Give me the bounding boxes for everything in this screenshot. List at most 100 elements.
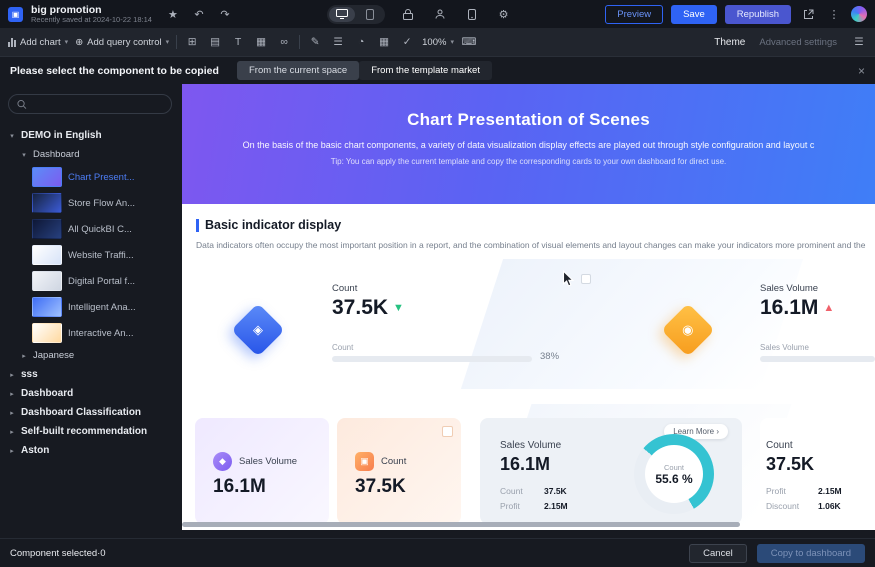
metric-value: 2.15M [544,501,568,511]
tree-node-label: Dashboard Classification [21,407,141,418]
copy-to-dashboard-button[interactable]: Copy to dashboard [757,544,865,563]
metric-row: Discount 1.06K [766,501,841,511]
more-kebab-icon[interactable]: ⋮ [825,5,843,23]
app-window: ▣ big promotion Recently saved at 2024-1… [0,0,875,567]
zoom-dropdown[interactable]: 100% ▾ [422,37,454,48]
outline-list-icon[interactable]: ☰ [330,34,346,50]
template-thumbnail [32,219,62,239]
template-item-intelligent-analysis[interactable]: Intelligent Ana... [0,294,182,320]
kpi-card-sales-volume[interactable]: ◆ Sales Volume 16.1M [195,418,329,524]
lock-icon[interactable] [399,5,417,23]
add-query-control-dropdown[interactable]: ⊕ Add query control ▾ [75,37,169,48]
add-chart-dropdown[interactable]: Add chart ▾ [8,37,68,48]
component-select-checkbox[interactable] [581,274,591,284]
chevron-down-icon: ▾ [8,132,16,140]
divider [176,35,177,49]
search-box[interactable] [8,94,172,114]
favorite-star-icon[interactable]: ★ [164,5,182,23]
section-accent-bar [196,219,199,232]
template-item-chart-presentation[interactable]: Chart Present... [0,164,182,190]
mobile-mode-button[interactable] [357,7,383,22]
user-avatar[interactable] [851,6,867,22]
card-header: ◆ Sales Volume [213,452,297,471]
kpi-card-count-detail[interactable]: Count 37.5K Profit 2.15M Discount 1.06K [760,418,875,524]
open-external-icon[interactable] [799,5,817,23]
copy-modal-header: Please select the component to be copied… [0,57,875,84]
style-brush-icon[interactable]: ✎ [307,34,323,50]
tree-node-aston[interactable]: ▸ Aston [0,441,182,460]
card-select-checkbox[interactable] [442,426,453,437]
monitor-icon [336,9,348,19]
tab-template-market[interactable]: From the template market [359,61,492,80]
tree-node-label: Dashboard [33,149,79,160]
snapshot-icon[interactable]: ▦ [376,34,392,50]
template-item-all-quickbi[interactable]: All QuickBI C... [0,216,182,242]
tree-node-self-built-recommendation[interactable]: ▸ Self-built recommendation [0,422,182,441]
kpi-card-sales-detail[interactable]: Learn More › Sales Volume 16.1M Count 37… [480,418,742,524]
settings-gear-icon[interactable]: ⚙ [495,5,513,23]
metric-row: Profit 2.15M [500,501,568,511]
template-item-label: Intelligent Ana... [68,302,136,313]
kpi-card-count[interactable]: ▣ Count 37.5K [337,418,461,524]
tree-node-label: sss [21,369,38,380]
tree-node-label: Dashboard [21,388,73,399]
template-item-label: Digital Portal f... [68,276,135,287]
text-widget-icon[interactable]: T [230,34,246,50]
sales-kpi-label: Sales Volume [760,283,818,294]
template-tree-sidebar: ▾ DEMO in English ▾ Dashboard Chart Pres… [0,84,182,538]
tab-current-space[interactable]: From the current space [237,61,359,80]
count-kpi-value[interactable]: 37.5K ▼ [332,296,404,320]
card-title: Count [766,440,793,451]
desktop-mode-button[interactable] [329,7,355,22]
count-kpi-label: Count [332,283,357,294]
tree-node-dashboard-group[interactable]: ▾ Dashboard [0,145,182,164]
sales-kpi-value[interactable]: 16.1M ▲ [760,296,834,320]
template-thumbnail [32,167,62,187]
metric-label: Discount [766,501,808,511]
save-button[interactable]: Save [671,5,717,24]
link-widget-icon[interactable]: ∞ [276,34,292,50]
plus-circle-icon: ⊕ [75,37,83,48]
tree-node-demo-in-english[interactable]: ▾ DEMO in English [0,126,182,145]
keyboard-shortcuts-icon[interactable]: ⌨ [461,34,477,50]
template-thumbnail [32,323,62,343]
panel-menu-icon[interactable]: ☰ [851,34,867,50]
search-input[interactable] [32,99,163,109]
template-hero-banner: Chart Presentation of Scenes On the basi… [182,84,875,204]
tree-node-dashboard-classification[interactable]: ▸ Dashboard Classification [0,403,182,422]
image-widget-icon[interactable]: ▦ [253,34,269,50]
collaboration-icon[interactable] [431,5,449,23]
kpi-number: 37.5K [332,296,388,320]
tree-node-sss[interactable]: ▸ sss [0,365,182,384]
kpi-number: 16.1M [760,296,818,320]
preview-button[interactable]: Preview [605,5,663,24]
republish-button[interactable]: Republish [725,5,791,24]
history-icon[interactable]: ◔ [353,34,369,50]
close-icon[interactable]: × [858,64,865,78]
cancel-button[interactable]: Cancel [689,544,747,563]
template-item-store-flow[interactable]: Store Flow An... [0,190,182,216]
checklist-icon[interactable]: ✓ [399,34,415,50]
template-item-website-traffic[interactable]: Website Traffi... [0,242,182,268]
template-item-interactive-analysis[interactable]: Interactive An... [0,320,182,346]
tree-node-japanese[interactable]: ▸ Japanese [0,346,182,365]
table-widget-icon[interactable]: ▤ [207,34,223,50]
tree-node-dashboard[interactable]: ▸ Dashboard [0,384,182,403]
horizontal-scrollbar[interactable] [182,522,740,527]
tab-container-icon[interactable]: ⊞ [184,34,200,50]
decorative-shape [461,259,803,389]
mobile-publish-icon[interactable] [463,5,481,23]
count-chip-icon: ▣ [355,452,374,471]
advanced-settings-label[interactable]: Advanced settings [759,37,837,48]
undo-icon[interactable]: ↶ [190,5,208,23]
redo-icon[interactable]: ↷ [216,5,234,23]
count-kpi-icon: ◈ [231,303,285,357]
chevron-right-icon: ▸ [8,390,16,398]
chevron-down-icon: ▾ [65,38,69,46]
theme-label[interactable]: Theme [714,37,745,48]
mouse-cursor [562,270,575,288]
metric-row: Profit 2.15M [766,486,842,496]
card-label: Sales Volume [239,456,297,467]
template-item-digital-portal[interactable]: Digital Portal f... [0,268,182,294]
card-value: 37.5K [766,454,814,475]
